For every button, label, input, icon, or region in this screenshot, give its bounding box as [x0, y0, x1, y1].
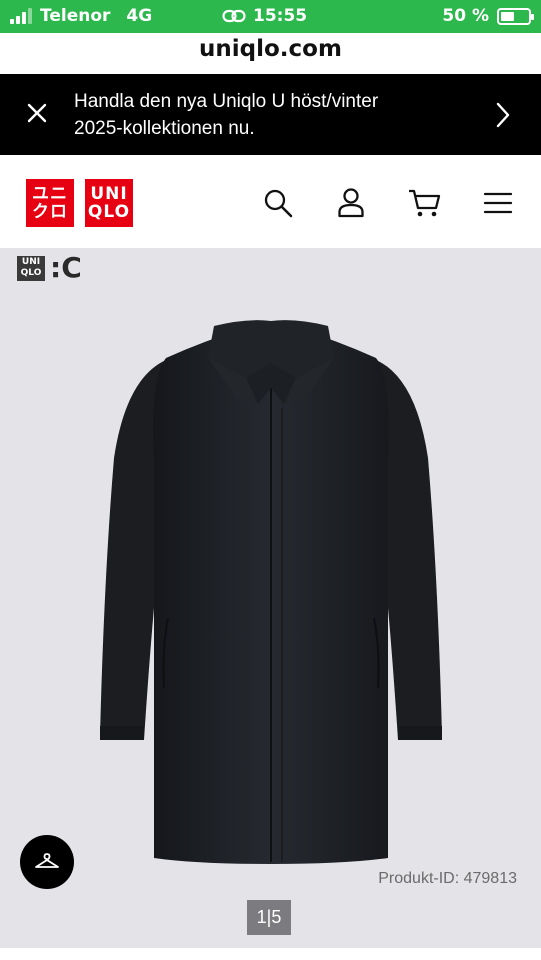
promo-banner[interactable]: Handla den nya Uniqlo U höst/vinter 2025…	[0, 74, 541, 155]
account-icon[interactable]	[331, 183, 371, 223]
logo-katakana-bottom: クロ	[32, 202, 68, 222]
collab-mark: :C	[50, 251, 82, 284]
site-header: ユニ クロ UNI QLO	[0, 155, 541, 248]
battery-icon	[497, 7, 534, 25]
status-right: 50 %	[442, 6, 534, 26]
logo-latin-top: UNI	[90, 184, 128, 204]
url-text[interactable]: uniqlo.com	[199, 36, 342, 62]
signal-icon	[10, 8, 32, 24]
collab-badge: UNI QLO :C	[17, 254, 82, 282]
clock: 15:55	[253, 6, 308, 26]
status-left: Telenor 4G	[10, 6, 152, 26]
hanger-icon[interactable]	[20, 835, 74, 889]
network-type: 4G	[126, 6, 153, 26]
image-pager: 1|5	[247, 900, 291, 935]
carrier-name: Telenor	[40, 6, 111, 26]
battery-fill	[501, 11, 514, 21]
promo-text[interactable]: Handla den nya Uniqlo U höst/vinter 2025…	[74, 88, 474, 142]
close-icon[interactable]	[22, 98, 52, 128]
status-bar: Telenor 4G 15:55 50 %	[0, 0, 541, 33]
product-gallery[interactable]: UNI QLO :C Produkt-ID: 479813 1|5	[0, 248, 541, 948]
collab-logo-top: UNI	[21, 257, 41, 267]
promo-line-1: Handla den nya Uniqlo U höst/vinter	[74, 91, 379, 112]
chevron-right-icon[interactable]	[491, 100, 515, 130]
status-center: 15:55	[222, 6, 307, 26]
bottom-strip	[0, 948, 541, 960]
url-bar[interactable]: uniqlo.com	[0, 33, 541, 74]
cart-icon[interactable]	[404, 183, 444, 223]
logo-katakana-top: ユニ	[32, 184, 68, 204]
menu-icon[interactable]	[478, 183, 518, 223]
product-id: Produkt-ID: 479813	[378, 870, 517, 887]
collab-logo-bottom: QLO	[20, 268, 42, 278]
search-icon[interactable]	[258, 183, 298, 223]
link-icon	[222, 9, 246, 23]
product-image-coat[interactable]	[96, 318, 446, 868]
logo-katakana[interactable]: ユニ クロ	[26, 179, 74, 227]
battery-percent: 50 %	[442, 6, 489, 26]
logo-latin[interactable]: UNI QLO	[85, 179, 133, 227]
collab-logo: UNI QLO	[17, 255, 45, 281]
logo-latin-bottom: QLO	[87, 202, 131, 222]
promo-line-2: 2025-kollektionen nu.	[74, 118, 255, 139]
